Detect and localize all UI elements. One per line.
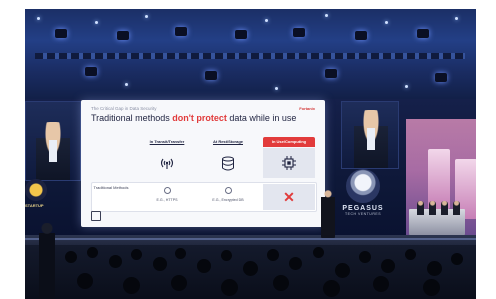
speaker-on-screen (354, 110, 388, 168)
database-icon (202, 148, 254, 178)
stage-light (205, 71, 217, 80)
audience (25, 245, 476, 299)
audience-head (359, 251, 371, 263)
ceiling-light (325, 14, 328, 17)
ceiling-light (125, 83, 128, 86)
transit-value: E.G., HTTPS (156, 198, 178, 202)
audience-head (109, 255, 122, 268)
stage-light (293, 28, 305, 37)
audience-head (267, 249, 279, 261)
audience-head (381, 259, 395, 273)
audience-head (243, 261, 258, 276)
stage-light (175, 27, 187, 36)
standing-attendee (39, 223, 55, 299)
circle-icon (163, 187, 171, 194)
rest-value-cell: E.G., Encrypted DB (202, 184, 254, 210)
stage-light (85, 67, 97, 76)
ceiling-light (455, 17, 458, 20)
x-mark-icon: ✕ (283, 189, 295, 205)
cpu-chip-icon (263, 148, 315, 178)
ceiling-light (275, 87, 278, 90)
left-badge-text: STARTUP (25, 203, 44, 208)
stage-light (235, 30, 247, 39)
audience-head (335, 263, 350, 278)
panelist (417, 201, 424, 215)
heading-part: data while in use (226, 113, 297, 123)
audience-head (153, 257, 167, 271)
audience-head (221, 279, 238, 296)
stage-light (417, 29, 429, 38)
ceiling-light (265, 19, 268, 22)
audience-head (313, 247, 324, 258)
slide-heading: Traditional methods don't protect data w… (91, 113, 296, 123)
presenter (321, 190, 335, 238)
ceiling-light (385, 21, 388, 24)
brand-name: PEGASUS (342, 205, 384, 212)
column-header-rest: At Rest/Storage (212, 139, 243, 144)
right-side-screen (341, 101, 399, 169)
brand-tagline: TECH VENTURES (344, 212, 382, 216)
audience-head (197, 259, 211, 273)
audience-head (451, 253, 463, 265)
pegasus-emblem-icon (346, 169, 380, 203)
audience-head (323, 280, 340, 297)
audience-head (405, 249, 416, 260)
ceiling-light (95, 21, 98, 24)
audience-head (423, 279, 440, 296)
audience-head (175, 248, 186, 259)
transit-value-cell: E.G., HTTPS (141, 184, 193, 210)
column-header-transit: In Transit/Transfer (149, 139, 185, 144)
slide-eyebrow: The Critical Gap in Data Security (91, 106, 157, 111)
panelist (429, 201, 436, 215)
panelist (453, 201, 460, 215)
panelist (441, 201, 448, 215)
audience-head (131, 249, 142, 260)
lighting-truss (35, 53, 465, 59)
stage-light (435, 73, 447, 82)
audience-head (123, 277, 140, 294)
ceiling-light (145, 15, 148, 18)
wifi-antenna-icon (141, 148, 193, 178)
column-header-use: In Use/Computing (263, 137, 315, 147)
row-label: Traditional Methods (93, 185, 129, 190)
stage-edge (25, 238, 476, 240)
heading-part: Traditional methods (91, 113, 173, 123)
heading-highlight: don't protect (172, 113, 227, 123)
slide-brand: Fortanix (299, 106, 315, 111)
audience-head (221, 250, 232, 261)
stage-light (55, 29, 67, 38)
pegasus-logo: PEGASUS TECH VENTURES (333, 169, 393, 235)
audience-head (87, 247, 98, 258)
slide-footer-logo-icon (91, 211, 101, 221)
ceiling-rig (25, 9, 476, 99)
speaker-on-screen (36, 122, 70, 180)
presentation-slide: The Critical Gap in Data Security Fortan… (81, 100, 325, 227)
audience-head (65, 251, 77, 263)
ceiling-light (37, 17, 40, 20)
audience-head (171, 275, 187, 291)
ceiling-light (405, 85, 408, 88)
audience-head (289, 257, 302, 270)
audience-head (77, 273, 93, 289)
stage-light (325, 69, 337, 78)
use-value-cell: ✕ (263, 184, 315, 210)
rest-value: E.G., Encrypted DB (212, 198, 244, 202)
startup-badge-icon (25, 179, 47, 201)
light-panel (428, 149, 450, 209)
audience-head (373, 276, 389, 292)
stage-light (355, 31, 367, 40)
stage-light (117, 31, 129, 40)
audience-head (273, 275, 289, 291)
audience-head (427, 261, 442, 276)
circle-icon (224, 187, 232, 194)
left-side-screen (25, 101, 81, 181)
conference-photo: STARTUP PEGASUS TECH VENTURES The Critic… (25, 9, 476, 299)
